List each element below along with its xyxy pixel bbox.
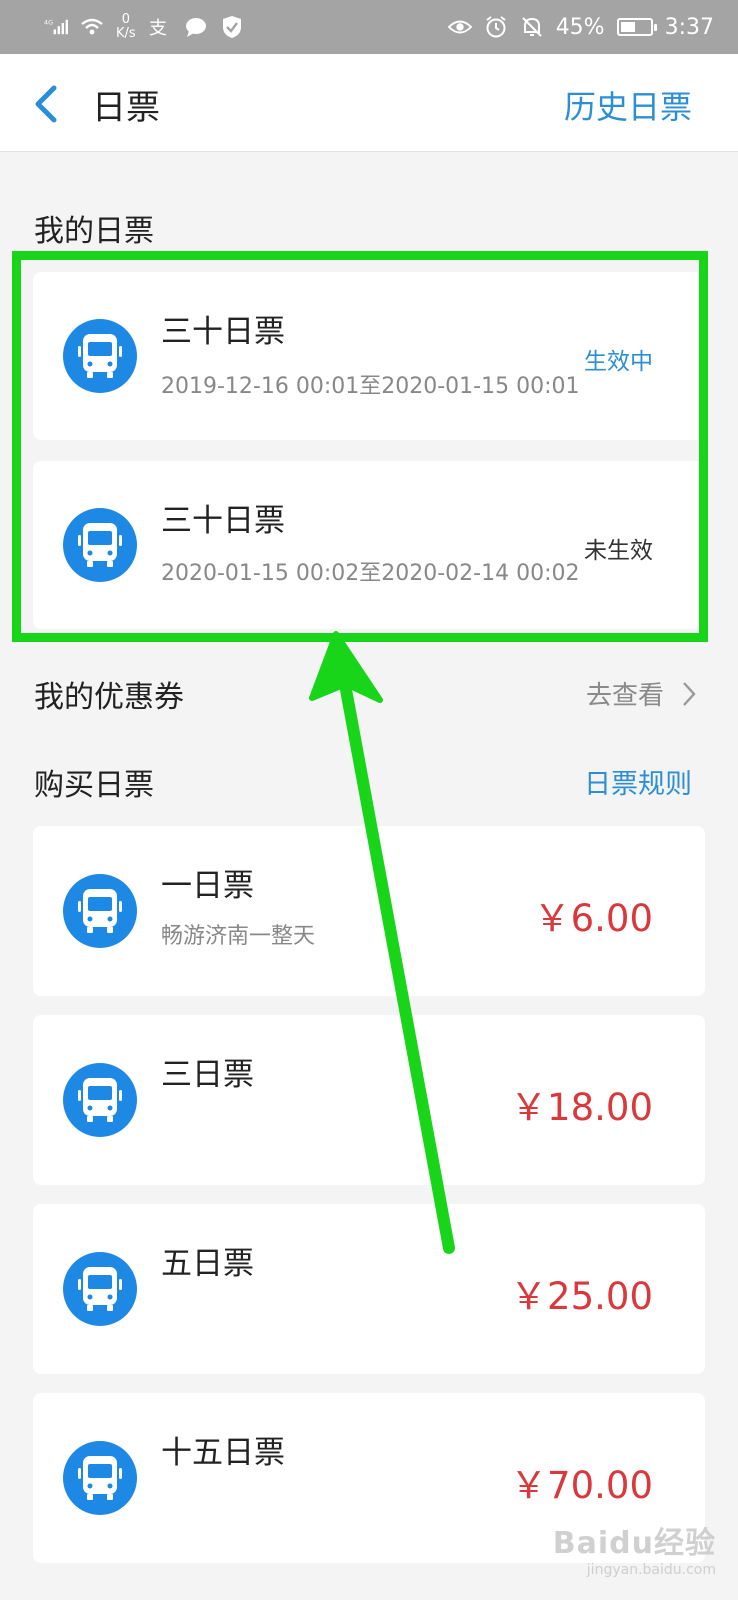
bus-icon	[63, 1441, 137, 1515]
clock: 3:37	[664, 14, 714, 40]
purchase-ticket-card[interactable]: 五日票 ￥25.00	[33, 1204, 705, 1374]
back-arrow-icon[interactable]	[30, 84, 64, 124]
coupons-heading: 我的优惠券	[34, 680, 184, 715]
page-title: 日票	[92, 88, 160, 128]
purchase-ticket-card[interactable]: 三日票 ￥18.00	[33, 1015, 705, 1185]
chevron-right-icon	[683, 681, 696, 706]
ticket-name: 五日票	[161, 1246, 254, 1282]
signal-icon: 4G	[44, 15, 68, 39]
history-tickets-link[interactable]: 历史日票	[564, 82, 692, 128]
battery-icon	[616, 18, 657, 36]
alarm-icon	[484, 15, 508, 39]
shield-icon	[220, 15, 244, 39]
mute-icon	[520, 15, 544, 39]
ticket-price: ￥70.00	[510, 1464, 653, 1507]
bus-icon	[63, 1063, 137, 1137]
network-speed: 0 K/s	[116, 12, 136, 41]
ticket-name: 一日票	[161, 868, 254, 904]
ticket-price: ￥6.00	[533, 897, 653, 940]
watermark-url: jingyan.baidu.com	[586, 1562, 716, 1578]
bus-icon	[63, 874, 137, 948]
svg-text:支: 支	[149, 18, 167, 38]
ticket-name: 十五日票	[161, 1435, 285, 1471]
wifi-icon	[80, 15, 104, 39]
nav-header: 日票 历史日票	[0, 54, 738, 152]
view-coupons-label: 去查看	[585, 681, 664, 711]
svg-text:4G: 4G	[44, 19, 53, 27]
my-tickets-heading: 我的日票	[34, 214, 154, 249]
battery-percent: 45%	[555, 14, 605, 40]
watermark-logo: Baidu经验	[552, 1526, 716, 1561]
ticket-name: 三日票	[161, 1057, 254, 1093]
ticket-desc: 畅游济南一整天	[161, 924, 316, 949]
status-bar: 4G 0 K/s 支 45% 3:37	[0, 0, 738, 54]
alipay-icon: 支	[148, 15, 172, 39]
ticket-rules-link[interactable]: 日票规则	[584, 762, 692, 801]
purchase-heading: 购买日票	[34, 768, 154, 803]
view-coupons-link[interactable]: 去查看	[586, 675, 696, 712]
message-icon	[184, 15, 208, 39]
eye-icon	[447, 15, 472, 39]
ticket-price: ￥25.00	[510, 1275, 653, 1318]
highlight-box	[12, 251, 708, 642]
ticket-price: ￥18.00	[510, 1086, 653, 1129]
bus-icon	[63, 1252, 137, 1326]
purchase-ticket-card[interactable]: 一日票 畅游济南一整天 ￥6.00	[33, 826, 705, 996]
baidu-watermark: Baidu经验 jingyan.baidu.com	[553, 1518, 716, 1578]
